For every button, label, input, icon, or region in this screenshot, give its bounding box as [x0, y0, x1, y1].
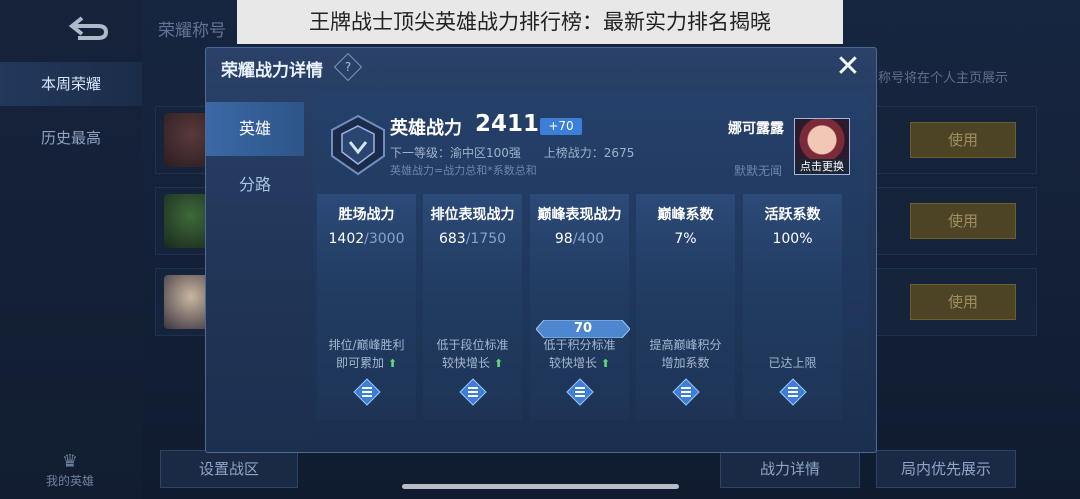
note-line: 增加系数	[661, 356, 710, 370]
change-hero-button[interactable]: 点击更换	[795, 159, 849, 174]
note-line: 低于积分标准	[543, 338, 616, 352]
up-arrow-icon: ⬆	[600, 357, 611, 370]
note-line: 低于段位标准	[436, 338, 509, 352]
list-icon[interactable]	[459, 378, 487, 406]
peak-bonus-badge: 70	[535, 319, 631, 339]
stat-column: 巅峰系数 7% 提高巅峰积分 增加系数	[636, 194, 735, 420]
note-line: 已达上限	[768, 356, 817, 370]
stat-title: 排位表现战力	[430, 207, 515, 223]
stat-max: /1750	[465, 231, 507, 247]
list-icon[interactable]	[353, 378, 381, 406]
note-line: 提高巅峰积分	[649, 338, 722, 352]
power-details-button[interactable]: 战力详情	[720, 450, 860, 488]
hero-name: 娜可露露	[728, 121, 784, 137]
up-arrow-icon: ⬆	[387, 357, 398, 370]
use-button[interactable]: 使用	[910, 122, 1016, 158]
stat-title: 巅峰系数	[657, 207, 714, 223]
list-icon[interactable]	[566, 378, 594, 406]
my-hero-button[interactable]: ♛ 我的英雄	[40, 452, 100, 489]
stat-current: 1402	[328, 231, 365, 247]
set-region-button[interactable]: 设置战区	[160, 450, 298, 488]
power-delta-badge: +70	[540, 118, 582, 135]
my-hero-label: 我的英雄	[45, 474, 94, 488]
stat-column: 胜场战力 1402/3000 排位/巅峰胜利即可累加 ⬆	[317, 194, 416, 420]
stat-max: /400	[572, 231, 605, 247]
stat-value: 1402/3000	[317, 231, 416, 247]
power-value: 2411	[475, 111, 540, 137]
sidebar-tab-week[interactable]: 本周荣耀	[0, 62, 142, 106]
home-indicator[interactable]	[402, 484, 679, 489]
power-details-modal: 荣耀战力详情 ? ✕ 英雄 分路 英雄战力 2411 +70 下一等级：渝中区1…	[205, 47, 877, 453]
stat-column: 巅峰表现战力 98/400 低于积分标准较快增长 ⬆	[530, 194, 629, 420]
left-sidebar: 本周荣耀 历史最高 ♛ 我的英雄	[0, 0, 142, 499]
sidebar-tab-history[interactable]: 历史最高	[0, 116, 142, 160]
caption-banner: 王牌战士顶尖英雄战力排行榜：最新实力排名揭晓	[237, 0, 843, 44]
tab-lane[interactable]: 分路	[206, 158, 304, 212]
back-icon[interactable]	[68, 14, 112, 42]
stat-note: 低于段位标准较快增长 ⬆	[423, 336, 522, 373]
hero-status: 默默无闻	[734, 164, 783, 178]
stat-value: 100%	[743, 231, 842, 247]
stat-column: 活跃系数 100% 已达上限	[743, 194, 842, 420]
details-panel: 英雄战力 2411 +70 下一等级：渝中区100强 上榜战力：2675 英雄战…	[314, 92, 869, 447]
stat-current: 98	[554, 231, 573, 247]
background-hint: 称号将在个人主页展示	[878, 71, 1009, 86]
note-line: 即可累加	[335, 356, 384, 370]
use-button[interactable]: 使用	[910, 284, 1016, 320]
stat-title: 活跃系数	[764, 207, 821, 223]
formula: 英雄战力=战力总和*系数总和	[390, 164, 537, 177]
note-line: 较快增长	[441, 356, 490, 370]
close-icon[interactable]: ✕	[832, 51, 864, 83]
up-arrow-icon: ⬆	[493, 357, 504, 370]
peak-bonus-value: 70	[573, 321, 593, 336]
level-info: 下一等级：渝中区100强 上榜战力：2675	[390, 144, 634, 161]
hero-portrait[interactable]: 点击更换	[794, 118, 850, 175]
use-button[interactable]: 使用	[910, 203, 1016, 239]
stat-title: 胜场战力	[338, 207, 395, 223]
stat-value: 683/1750	[423, 231, 522, 247]
background-page-title: 荣耀称号	[158, 21, 226, 41]
stat-note: 低于积分标准较快增长 ⬆	[530, 336, 629, 373]
hero-icon: ♛	[61, 451, 79, 472]
next-level: 下一等级：渝中区100强	[390, 146, 521, 160]
list-icon[interactable]	[672, 378, 700, 406]
help-icon[interactable]: ?	[333, 52, 363, 82]
stat-current: 683	[438, 231, 466, 247]
stat-column: 排位表现战力 683/1750 低于段位标准较快增长 ⬆	[423, 194, 522, 420]
stat-current: 100%	[772, 231, 813, 247]
priority-display-button[interactable]: 局内优先展示	[876, 450, 1016, 488]
modal-title: 荣耀战力详情	[221, 61, 323, 81]
tab-hero[interactable]: 英雄	[206, 102, 304, 156]
list-icon[interactable]	[779, 378, 807, 406]
note-line: 排位/巅峰胜利	[328, 338, 405, 352]
stat-note: 排位/巅峰胜利即可累加 ⬆	[317, 336, 416, 373]
rank-emblem-icon	[331, 114, 385, 176]
note-line: 较快增长	[548, 356, 597, 370]
stat-value: 7%	[636, 231, 735, 247]
stat-note: 已达上限	[743, 336, 842, 372]
stat-current: 7%	[674, 231, 697, 247]
stat-max: /3000	[364, 231, 405, 247]
list-power: 上榜战力：2675	[543, 146, 635, 160]
stat-note: 提高巅峰积分 增加系数	[636, 336, 735, 372]
power-label: 英雄战力	[390, 118, 462, 139]
stat-value: 98/400	[530, 231, 629, 247]
stat-title: 巅峰表现战力	[537, 207, 622, 223]
